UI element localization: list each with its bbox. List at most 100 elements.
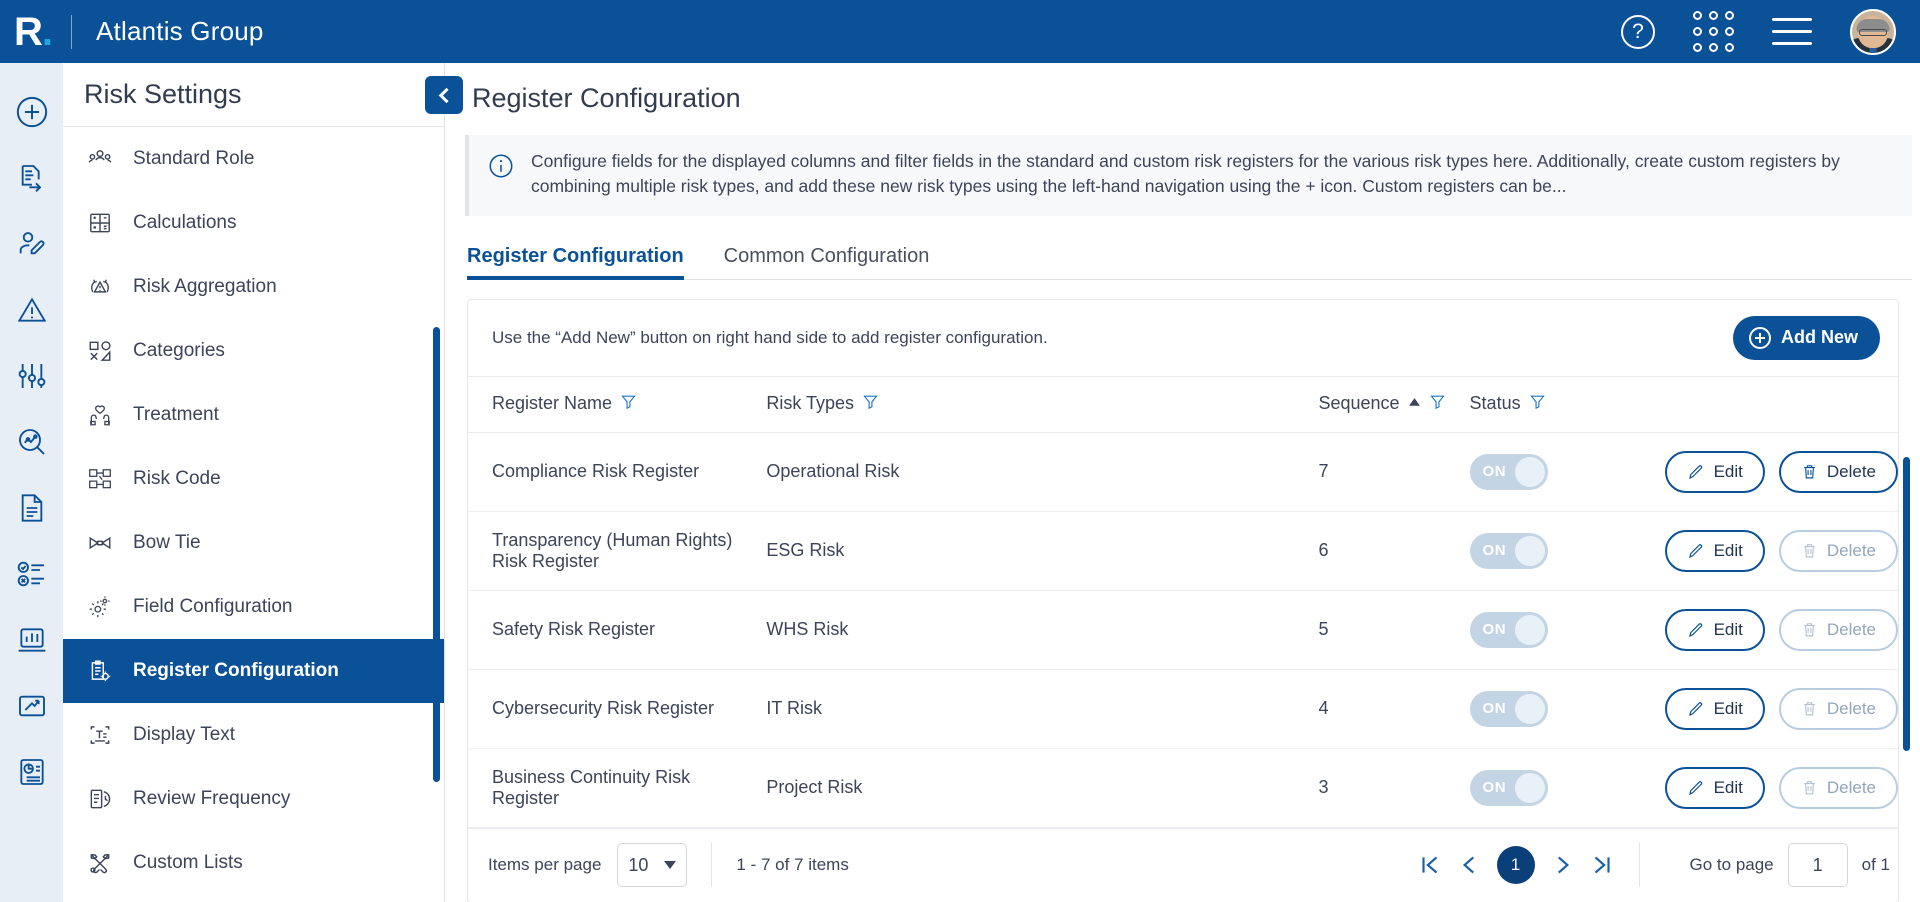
cell-register-name: Safety Risk Register [468, 590, 743, 670]
sidebar-item-label: Display Text [133, 724, 236, 745]
edit-label: Edit [1713, 461, 1743, 481]
delete-label: Delete [1826, 540, 1876, 560]
edit-button[interactable]: Edit [1664, 608, 1765, 651]
help-icon[interactable]: ? [1621, 14, 1655, 49]
cell-risk-type: IT Risk [742, 669, 1063, 749]
edit-label: Edit [1713, 619, 1743, 639]
sidebar-item-treatment[interactable]: Treatment [63, 383, 444, 447]
table-body: Compliance Risk Register Operational Ris… [468, 432, 1898, 828]
column-header-actions [1640, 376, 1898, 433]
column-header-sequence[interactable]: Sequence [1062, 376, 1446, 433]
sidebar-item-calculations[interactable]: Calculations [63, 191, 444, 255]
cell-status: ON [1445, 511, 1641, 591]
filter-icon[interactable] [1529, 393, 1546, 415]
sidebar-item-risk-code[interactable]: Risk Code [63, 447, 444, 511]
items-per-page-select[interactable]: 10 [617, 843, 688, 888]
rail-add-icon[interactable] [0, 79, 63, 144]
sidebar-collapse-button[interactable] [425, 76, 463, 114]
sidebar-item-bow-tie[interactable]: Bow Tie [63, 511, 444, 575]
status-toggle[interactable]: ON [1469, 769, 1548, 806]
rail-checklist-icon[interactable] [0, 541, 63, 606]
tab-register-configuration[interactable]: Register Configuration [467, 245, 684, 280]
current-page-button[interactable]: 1 [1496, 846, 1535, 885]
column-header-register-name[interactable]: Register Name [468, 376, 743, 433]
rail-report-icon[interactable] [0, 739, 63, 804]
cell-risk-type: Project Risk [742, 748, 1063, 828]
cell-register-name: Cybersecurity Risk Register [468, 669, 743, 749]
next-page-icon[interactable] [1549, 852, 1575, 878]
avatar[interactable] [1850, 8, 1896, 55]
status-toggle[interactable]: ON [1469, 690, 1548, 727]
status-toggle[interactable]: ON [1469, 532, 1548, 569]
register-config-card: Use the “Add New” button on right hand s… [467, 298, 1910, 902]
column-header-status[interactable]: Status [1445, 376, 1641, 433]
rail-user-edit-icon[interactable] [0, 211, 63, 276]
sidebar-item-register-configuration[interactable]: Register Configuration [63, 639, 444, 703]
sidebar-item-display-text[interactable]: Display Text [63, 703, 444, 767]
sidebar-item-custom-lists[interactable]: Custom Lists [63, 831, 444, 895]
delete-button[interactable]: Delete [1778, 450, 1898, 493]
filter-icon[interactable] [1429, 393, 1446, 415]
items-per-page-value: 10 [628, 854, 649, 875]
filter-icon[interactable] [620, 393, 637, 415]
delete-label: Delete [1826, 698, 1876, 718]
sidebar-item-field-configuration[interactable]: Field Configuration [63, 575, 444, 639]
column-header-risk-types[interactable]: Risk Types [742, 376, 1063, 433]
shapes-icon [85, 336, 115, 366]
cell-actions: Edit Delete [1640, 590, 1898, 670]
sidebar-item-categories[interactable]: Categories [63, 319, 444, 383]
column-label: Sequence [1318, 393, 1400, 414]
status-toggle-label: ON [1482, 621, 1507, 639]
goto-page-label: Go to page [1689, 855, 1774, 875]
last-page-icon[interactable] [1589, 852, 1615, 878]
status-toggle[interactable]: ON [1469, 611, 1548, 648]
rail-document-export-icon[interactable] [0, 145, 63, 210]
sidebar-item-risk-aggregation[interactable]: Risk Aggregation [63, 255, 444, 319]
cell-actions: Edit Delete [1640, 511, 1898, 591]
brand-logo[interactable]: R . Atlantis Group [0, 12, 264, 52]
edit-button[interactable]: Edit [1664, 529, 1765, 572]
info-icon [487, 152, 515, 200]
rail-sliders-icon[interactable] [0, 343, 63, 408]
edit-button[interactable]: Edit [1664, 687, 1765, 730]
delete-label: Delete [1826, 777, 1876, 797]
goto-page-input[interactable]: 1 [1787, 843, 1848, 888]
rail-document-icon[interactable] [0, 475, 63, 540]
add-new-button[interactable]: Add New [1732, 315, 1880, 360]
status-toggle[interactable]: ON [1469, 453, 1548, 490]
card-toolbar: Use the “Add New” button on right hand s… [468, 300, 1898, 377]
sort-ascending-icon[interactable] [1408, 393, 1421, 414]
menu-icon[interactable] [1772, 18, 1812, 45]
cell-sequence: 3 [1062, 748, 1446, 828]
first-page-icon[interactable] [1417, 852, 1443, 878]
rail-dashboard-chart-icon[interactable] [0, 607, 63, 672]
apps-grid-icon[interactable] [1693, 11, 1734, 52]
edit-button[interactable]: Edit [1664, 766, 1765, 809]
cell-register-name: Transparency (Human Rights) Risk Registe… [468, 511, 743, 591]
sidebar-title: Risk Settings [84, 79, 242, 109]
edit-button[interactable]: Edit [1664, 450, 1765, 493]
edit-label: Edit [1713, 698, 1743, 718]
sidebar-item-standard-role[interactable]: Standard Role [63, 127, 444, 191]
rail-risk-warning-icon[interactable] [0, 277, 63, 342]
rail-trend-up-icon[interactable] [0, 673, 63, 738]
tab-common-configuration[interactable]: Common Configuration [724, 245, 930, 279]
toggle-knob [1514, 614, 1545, 645]
cell-actions: Edit Delete [1640, 432, 1898, 512]
delete-label: Delete [1826, 619, 1876, 639]
sidebar-item-review-frequency[interactable]: Review Frequency [63, 767, 444, 831]
filter-icon[interactable] [862, 393, 879, 415]
table-scrollbar[interactable] [1903, 457, 1910, 751]
org-title: Atlantis Group [96, 16, 264, 46]
top-app-bar: R . Atlantis Group ? [0, 0, 1920, 63]
rail-analytics-search-icon[interactable] [0, 409, 63, 474]
toggle-knob [1514, 772, 1545, 803]
info-banner: Configure fields for the displayed colum… [465, 135, 1912, 216]
column-label: Risk Types [766, 393, 855, 414]
risk-aggregation-icon [85, 272, 115, 302]
sidebar-scrollbar[interactable] [433, 327, 440, 782]
people-icon [85, 144, 115, 174]
cell-register-name: Business Continuity Risk Register [468, 748, 743, 828]
previous-page-icon[interactable] [1457, 852, 1483, 878]
cell-sequence: 5 [1062, 590, 1446, 670]
